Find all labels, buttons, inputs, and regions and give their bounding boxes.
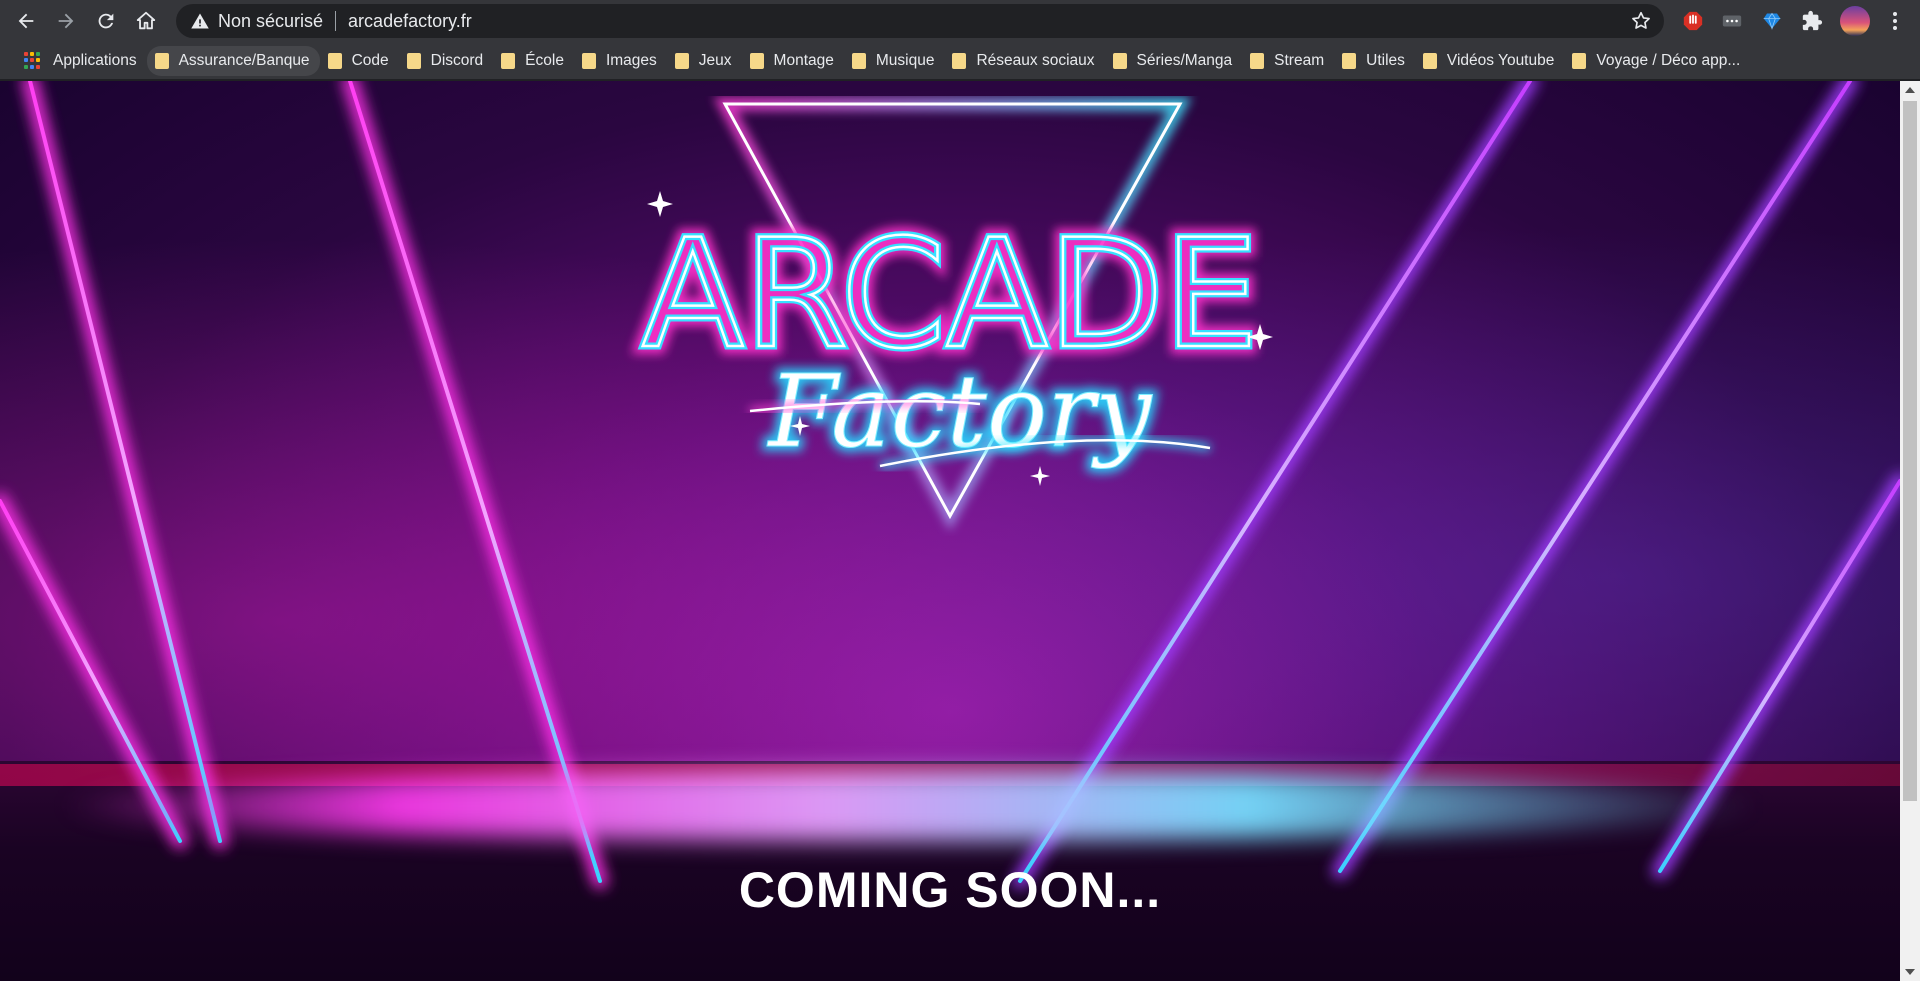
bookmark-folder-discord[interactable]: Discord [399,46,494,76]
bookmark-folder-videos[interactable]: Vidéos Youtube [1415,46,1564,76]
bookmark-label: Vidéos Youtube [1446,51,1555,69]
home-icon [136,11,156,30]
bookmark-label: École [525,51,564,69]
bookmark-label: Assurance/Banque [178,51,310,69]
reload-button[interactable] [86,0,126,42]
bookmark-folder-assurance[interactable]: Assurance/Banque [146,45,320,76]
adblock-icon [1683,11,1703,31]
bookmark-label: Séries/Manga [1136,51,1233,69]
scroll-thumb[interactable] [1903,101,1917,801]
bookmark-label: Voyage / Déco app... [1596,51,1741,69]
password-icon [1722,15,1742,27]
page-viewport: ARCADE ARCADE ARCADE Factory Factory COM… [0,81,1900,981]
coming-soon-heading: COMING SOON... [738,862,1162,918]
folder-icon [1250,52,1265,69]
folder-icon [501,52,516,69]
folder-icon [1342,52,1357,69]
security-label[interactable]: Non sécurisé [218,11,323,32]
folder-icon [851,52,866,69]
omnibox-separator [335,11,337,31]
menu-icon [1893,12,1897,30]
folder-icon [749,52,764,69]
bookmark-label: Images [605,51,657,69]
bookmark-folder-ecole[interactable]: École [493,46,574,76]
star-icon[interactable] [1630,10,1652,32]
bookmark-label: Montage [773,51,834,69]
adblock-extension[interactable] [1680,8,1706,34]
scroll-down-arrow[interactable] [1905,969,1915,975]
stage-glow [60,771,1760,841]
bookmark-applications[interactable]: Applications [16,46,147,76]
bookmark-folder-images[interactable]: Images [574,46,667,76]
scroll-up-arrow[interactable] [1905,87,1915,93]
puzzle-icon [1802,10,1823,31]
bookmark-label: Stream [1274,51,1325,69]
bookmark-folder-voyage[interactable]: Voyage / Déco app... [1564,46,1750,76]
bookmark-folder-utiles[interactable]: Utiles [1334,46,1415,76]
forward-button[interactable] [46,0,86,42]
bookmark-folder-code[interactable]: Code [320,46,399,76]
folder-icon [952,52,967,69]
bookmark-folder-reseaux[interactable]: Réseaux sociaux [944,46,1104,76]
arcade-factory-logo: ARCADE ARCADE ARCADE Factory Factory [634,97,1273,531]
home-button[interactable] [126,0,166,42]
bookmark-label: Jeux [698,51,732,69]
address-bar[interactable]: Non sécurisé arcadefactory.fr [176,4,1664,38]
bookmark-label: Musique [875,51,935,69]
reload-icon [98,13,114,29]
bookmark-folder-musique[interactable]: Musique [844,46,945,76]
browser-toolbar: Non sécurisé arcadefactory.fr [0,0,1920,42]
page-scrollbar[interactable] [1900,81,1920,981]
bookmark-folder-stream[interactable]: Stream [1242,46,1334,76]
avatar[interactable] [1840,6,1870,36]
folder-icon [1572,52,1587,69]
bookmark-folder-jeux[interactable]: Jeux [667,46,742,76]
extensions-button[interactable] [1799,8,1825,34]
folder-icon [154,52,169,69]
gem-icon [1763,12,1781,30]
folder-icon [406,52,421,69]
bookmark-folder-series[interactable]: Séries/Manga [1105,46,1243,76]
bookmark-label: Discord [430,51,484,69]
bookmark-label: Applications [53,51,137,69]
apps-grid-icon [24,51,42,70]
folder-icon [1422,52,1437,69]
forward-icon [58,13,74,29]
folder-icon [327,52,342,69]
logo-script: Factory Factory [749,348,1211,475]
folder-icon [674,52,689,69]
warning-icon [191,13,209,29]
bookmark-folder-montage[interactable]: Montage [742,46,844,76]
folder-icon [581,52,596,69]
menu-button[interactable] [1882,8,1908,34]
bookmark-label: Code [351,51,389,69]
gem-extension[interactable] [1759,8,1785,34]
folder-icon [1112,52,1127,69]
back-icon [18,13,34,29]
bookmarks-bar: Applications Assurance/Banque Code Disco… [0,42,1920,80]
password-extension[interactable] [1719,8,1745,34]
bookmark-label: Réseaux sociaux [976,51,1095,69]
back-button[interactable] [6,0,46,42]
bookmark-label: Utiles [1366,51,1405,69]
url-text[interactable]: arcadefactory.fr [348,11,472,32]
